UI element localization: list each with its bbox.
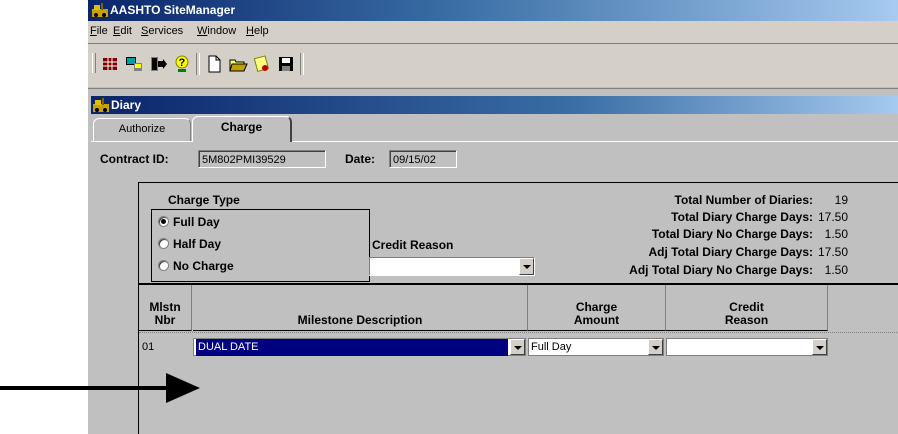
col-header-credit-reason[interactable]: Credit Reason: [666, 285, 828, 331]
radio-half-day-label: Half Day: [173, 237, 222, 251]
stat-charge-days-label: Total Diary Charge Days:: [671, 210, 813, 224]
milestone-description-value: DUAL DATE: [196, 339, 508, 356]
stat-no-charge-days-value: 1.50: [824, 227, 848, 241]
diary-window-icon: [93, 98, 109, 112]
exit-icon[interactable]: [148, 54, 168, 74]
stat-adj-charge-days-value: 17.50: [817, 245, 848, 259]
col-header-line1: Credit: [729, 300, 764, 314]
contract-id-label: Contract ID:: [100, 152, 169, 166]
menu-edit[interactable]: Edit: [113, 25, 132, 37]
menu-help[interactable]: Help: [246, 25, 269, 37]
toolbar: ?: [88, 44, 898, 87]
toolbar-grip[interactable]: [92, 53, 96, 73]
save-icon[interactable]: [276, 54, 296, 74]
charge-amount-dropdown[interactable]: Full Day: [528, 338, 664, 356]
tab-charge[interactable]: Charge: [192, 116, 292, 142]
menu-file[interactable]: File: [90, 25, 108, 37]
contract-id-field[interactable]: 5M802PMI39529: [198, 150, 326, 168]
chevron-down-icon[interactable]: [812, 339, 827, 355]
tab-authorize[interactable]: Authorize: [93, 118, 191, 141]
row-nbr: 01: [142, 341, 155, 353]
credit-reason-label: Credit Reason: [372, 238, 454, 252]
annotation-arrow-icon: [166, 373, 200, 403]
diary-title-bar[interactable]: Diary: [91, 96, 898, 114]
radio-button[interactable]: [158, 260, 169, 271]
stat-adj-no-charge-days-label: Adj Total Diary No Charge Days:: [629, 263, 813, 277]
grid-icon[interactable]: [100, 54, 120, 74]
date-field[interactable]: 09/15/02: [389, 150, 457, 168]
col-header-line2: Nbr: [154, 313, 176, 327]
col-header-milestone-description[interactable]: Milestone Description: [193, 285, 528, 331]
app-title: AASHTO SiteManager: [110, 3, 236, 17]
col-header-charge-amount[interactable]: Charge Amount: [528, 285, 666, 331]
chevron-down-icon[interactable]: [648, 339, 663, 355]
workstation-icon[interactable]: [124, 54, 144, 74]
date-label: Date:: [345, 152, 376, 166]
radio-no-charge[interactable]: No Charge: [158, 259, 234, 273]
stat-charge-days-value: 17.50: [817, 210, 848, 224]
charge-amount-value: Full Day: [531, 341, 572, 353]
credit-reason-cell-dropdown[interactable]: [666, 338, 828, 356]
milestone-grid: Mlstn Nbr Milestone Description Charge Amo…: [138, 284, 898, 434]
tab-charge-label: Charge: [220, 120, 263, 134]
svg-text:?: ?: [179, 57, 186, 69]
stat-total-diaries-value: 19: [834, 193, 848, 207]
menu-services[interactable]: Services: [141, 25, 183, 37]
radio-full-day[interactable]: Full Day: [158, 215, 220, 229]
toolbar-separator-end: [300, 53, 304, 75]
open-icon[interactable]: [228, 54, 248, 74]
grid-divider: [139, 332, 898, 334]
credit-reason-dropdown[interactable]: [369, 257, 535, 276]
charge-type-title: Charge Type: [168, 193, 240, 207]
chevron-down-icon[interactable]: [510, 339, 525, 355]
stat-no-charge-days-label: Total Diary No Charge Days:: [651, 227, 813, 241]
menu-bar: File Edit Services Window Help: [88, 21, 898, 44]
stat-total-diaries-label: Total Number of Diaries:: [674, 193, 813, 207]
radio-full-day-label: Full Day: [173, 215, 220, 229]
radio-no-charge-label: No Charge: [173, 259, 234, 273]
diary-title: Diary: [111, 98, 142, 112]
help-icon[interactable]: ?: [172, 54, 192, 74]
annotation-arrow-shaft: [0, 386, 170, 390]
stat-adj-no-charge-days-value: 1.50: [824, 263, 848, 277]
milestone-description-dropdown[interactable]: DUAL DATE: [193, 338, 526, 356]
cut-icon[interactable]: [252, 54, 272, 74]
new-icon[interactable]: [204, 54, 224, 74]
radio-half-day[interactable]: Half Day: [158, 237, 221, 251]
chevron-down-icon[interactable]: [519, 258, 534, 275]
col-header-line2: Amount: [573, 313, 620, 327]
radio-button[interactable]: [158, 216, 169, 227]
col-header-line1: Charge: [575, 300, 618, 314]
col-header-mlstn-nbr[interactable]: Mlstn Nbr: [139, 285, 192, 331]
menu-window[interactable]: Window: [197, 25, 236, 37]
app-logo-icon: [92, 3, 108, 17]
stat-adj-charge-days-label: Adj Total Diary Charge Days:: [648, 245, 813, 259]
toolbar-separator: [196, 53, 200, 75]
tab-authorize-label: Authorize: [118, 123, 166, 135]
col-header-text: Milestone Description: [297, 313, 423, 327]
col-header-line1: Mlstn: [149, 300, 181, 314]
app-title-bar[interactable]: AASHTO SiteManager: [88, 0, 898, 21]
radio-button[interactable]: [158, 238, 169, 249]
col-header-line2: Reason: [724, 313, 769, 327]
